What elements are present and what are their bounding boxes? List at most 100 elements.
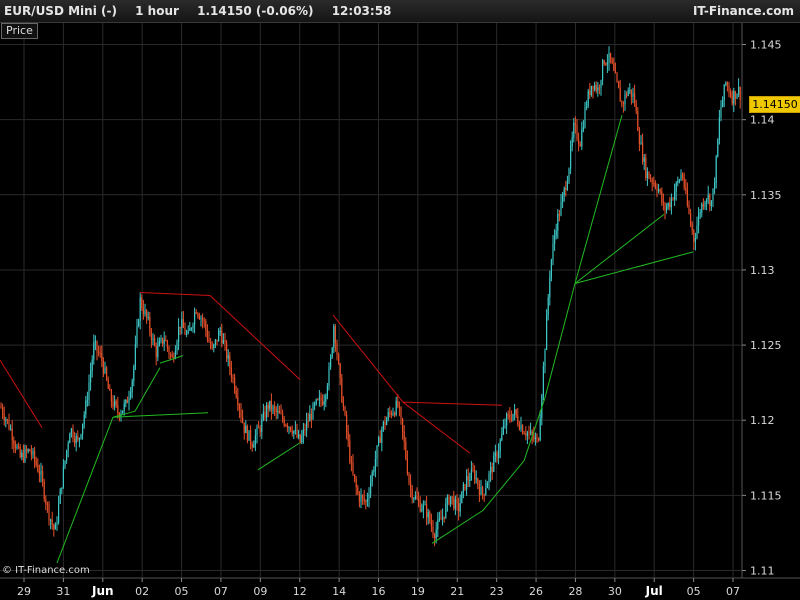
candle-body [310, 414, 312, 420]
candle-body [66, 450, 68, 461]
candle-body [78, 438, 80, 440]
candle-body [526, 432, 528, 436]
candle-body [29, 449, 31, 452]
x-tick-label: 02 [135, 585, 149, 598]
candle-body [422, 504, 424, 510]
candle-body [93, 342, 95, 360]
candle-body [414, 495, 416, 499]
candle-body [725, 82, 727, 85]
candle-body [182, 319, 184, 328]
candle-body [686, 189, 688, 205]
brand-logo[interactable]: IT-Finance.com [693, 0, 794, 22]
candle-body [59, 489, 61, 504]
candle-body [390, 412, 392, 415]
candle-body [669, 203, 671, 208]
candle-body [166, 341, 168, 348]
candle-body [278, 411, 280, 414]
candle-body [293, 430, 295, 434]
candle-body [507, 414, 509, 416]
candle-body [482, 487, 484, 495]
candle-body [739, 87, 741, 100]
chart-grid [0, 22, 800, 579]
candle-body [110, 390, 112, 402]
y-tick-label: 1.115 [750, 489, 782, 502]
candle-body [40, 471, 42, 475]
candle-body [35, 460, 37, 465]
candle-body [550, 259, 552, 278]
candle-body [643, 157, 645, 162]
candle-body [149, 317, 151, 332]
y-tick-label: 1.13 [750, 264, 775, 277]
candle-body [304, 429, 306, 431]
candle-body [619, 88, 621, 102]
candle-body [184, 327, 186, 335]
candle-body [242, 417, 244, 423]
candle-body [429, 512, 431, 522]
candle-body [645, 157, 647, 178]
candle-body [90, 371, 92, 383]
candle-body [320, 397, 322, 401]
candle-body [614, 70, 616, 74]
x-tick-label: 16 [372, 585, 386, 598]
support-line [159, 355, 184, 364]
candle-body [114, 400, 116, 407]
candle-body [672, 198, 674, 200]
candle-body [485, 488, 487, 495]
candle-body [726, 82, 728, 86]
candle-body [229, 355, 231, 369]
candle-body [48, 504, 50, 521]
candle-body [682, 174, 684, 178]
x-tick-label: 31 [56, 585, 70, 598]
candle-body [384, 421, 386, 425]
candle-body [571, 137, 573, 147]
candle-body [450, 496, 452, 504]
candle-body [322, 400, 324, 405]
candle-body [339, 363, 341, 378]
candle-body [261, 419, 263, 433]
candle-body [530, 431, 532, 434]
x-tick-label: Jul [645, 584, 663, 598]
instrument-name[interactable]: EUR/USD Mini (-) [4, 4, 117, 18]
candle-body [608, 52, 610, 63]
candle-body [254, 435, 256, 445]
candle-body [349, 440, 351, 462]
price-series-tag[interactable]: Price [1, 23, 38, 39]
candle-body [230, 368, 232, 378]
candle-body [394, 413, 396, 415]
candle-body [144, 310, 146, 315]
candle-body [232, 377, 234, 379]
candle-body [424, 504, 426, 506]
candle-body [53, 524, 55, 530]
candle-body [150, 331, 152, 341]
candle-body [274, 406, 276, 409]
candle-body [427, 512, 429, 518]
candle-body [139, 297, 141, 321]
candle-body [253, 444, 255, 448]
candle-body [392, 413, 394, 415]
copyright-text: © IT-Finance.com [2, 565, 90, 576]
candle-body [448, 496, 450, 504]
candle-body [330, 357, 332, 368]
candle-body [67, 443, 69, 451]
candle-body [475, 478, 477, 480]
candle-body [195, 312, 197, 314]
candle-body [19, 447, 21, 457]
candle-body [309, 414, 311, 422]
timeframe-label[interactable]: 1 hour [135, 4, 179, 18]
candle-body [603, 60, 605, 64]
candle-body [72, 428, 74, 439]
candle-body [490, 466, 492, 474]
candle-body [152, 338, 154, 341]
price-chart[interactable]: 1.11 1.115 1.12 1.125 1.13 1.135 1.14 1.145 29 3… [0, 0, 800, 600]
candle-body [555, 230, 557, 236]
candle-body [445, 503, 447, 518]
candle-body [336, 343, 338, 355]
candle-body [74, 438, 76, 444]
candle-body [731, 96, 733, 104]
candle-body [552, 243, 554, 260]
x-tick-label: 05 [687, 585, 701, 598]
candle-body [506, 414, 508, 426]
candle-body [128, 397, 130, 403]
candle-body [262, 411, 264, 420]
candle-body [235, 390, 237, 397]
